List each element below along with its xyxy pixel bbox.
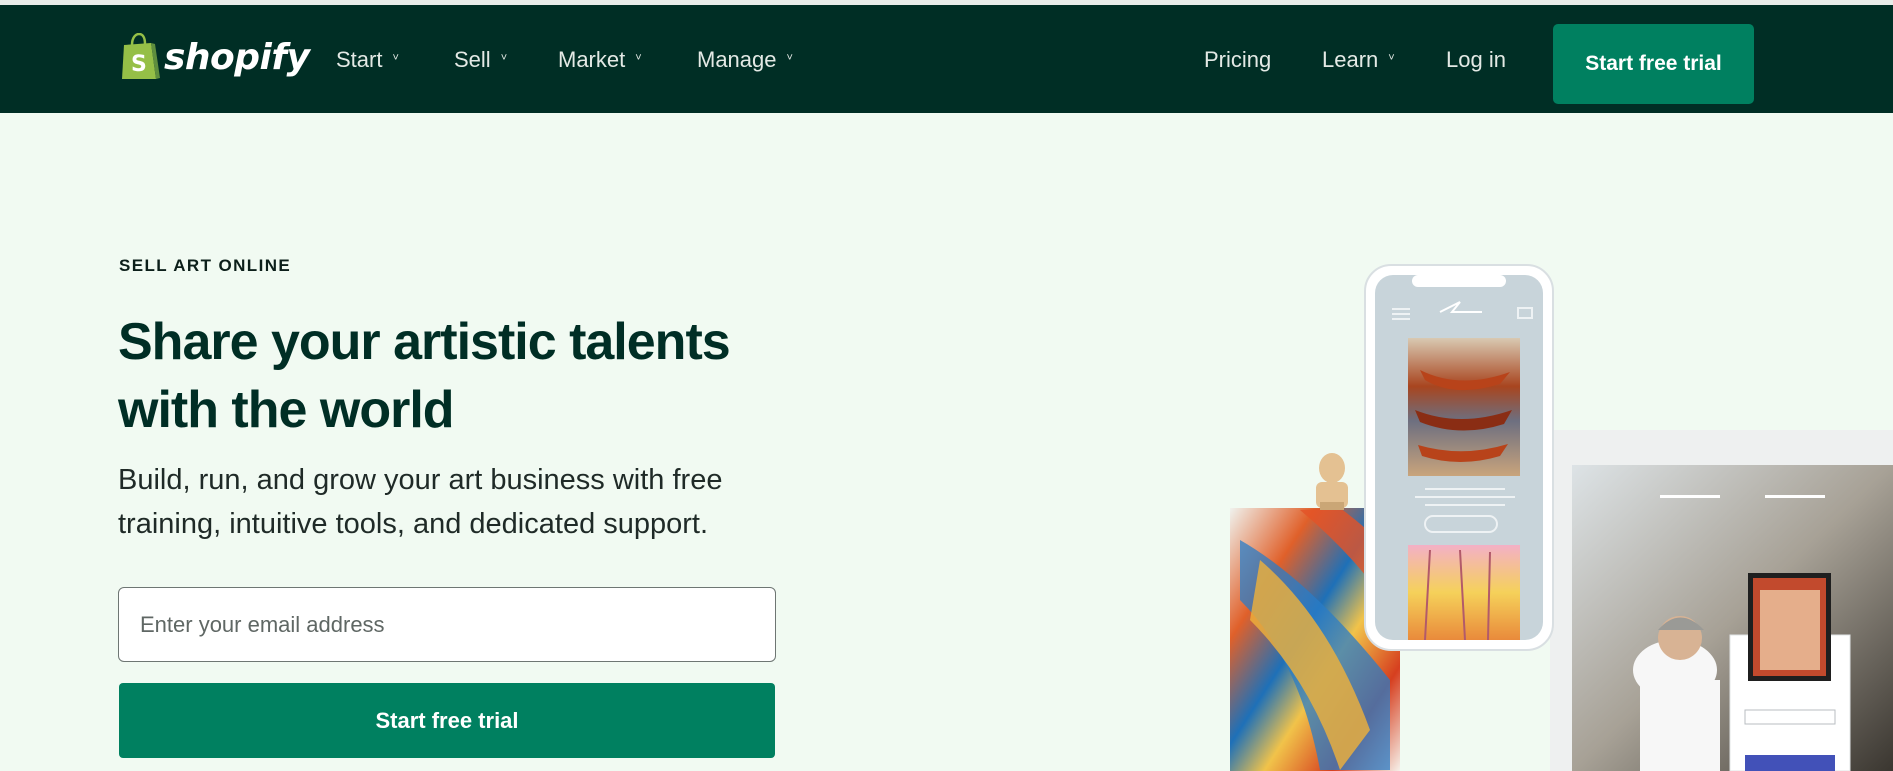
- nav-market-label: Market: [558, 47, 626, 72]
- nav-market[interactable]: Market ˅: [558, 47, 642, 73]
- nav-login[interactable]: Log in: [1446, 47, 1506, 73]
- brand-wordmark: shopify: [164, 36, 310, 78]
- email-input[interactable]: [118, 587, 776, 662]
- nav-learn-label: Learn: [1322, 47, 1379, 72]
- hero-title-line2: with the world: [118, 381, 455, 439]
- art-collage-image: [1230, 264, 1893, 771]
- nav-manage[interactable]: Manage ˅: [697, 47, 793, 73]
- hero-illustration: [1220, 260, 1893, 771]
- nav-sell-label: Sell: [454, 47, 491, 72]
- chevron-down-icon: ˅: [500, 52, 508, 64]
- hero-title: Share your artistic talents with the wor…: [118, 308, 838, 444]
- nav-learn[interactable]: Learn ˅: [1322, 47, 1395, 73]
- site-header: S shopify Start ˅ Sell ˅ Market ˅ Manage…: [0, 5, 1893, 113]
- start-free-trial-header-button[interactable]: Start free trial: [1553, 24, 1754, 104]
- hero-title-line1: Share your artistic talents: [118, 313, 731, 371]
- chevron-down-icon: ˅: [635, 52, 642, 64]
- nav-start-label: Start: [336, 47, 383, 72]
- shopify-logo[interactable]: S shopify: [118, 33, 310, 81]
- svg-text:S: S: [131, 52, 147, 77]
- chevron-down-icon: ˅: [392, 52, 399, 64]
- nav-sell[interactable]: Sell ˅: [454, 47, 507, 73]
- chevron-down-icon: ˅: [786, 52, 793, 64]
- nav-manage-label: Manage: [697, 47, 777, 72]
- nav-pricing[interactable]: Pricing: [1204, 47, 1271, 73]
- start-free-trial-button[interactable]: Start free trial: [119, 683, 775, 758]
- hero-subtitle-line1: Build, run, and grow your art business w…: [118, 464, 723, 496]
- shopping-bag-icon: S: [122, 33, 160, 79]
- hero-eyebrow: SELL ART ONLINE: [119, 256, 292, 275]
- hero-subtitle: Build, run, and grow your art business w…: [118, 458, 838, 546]
- hero-subtitle-line2: training, intuitive tools, and dedicated…: [118, 508, 709, 540]
- chevron-down-icon: ˅: [1388, 52, 1395, 64]
- nav-start[interactable]: Start ˅: [336, 47, 399, 73]
